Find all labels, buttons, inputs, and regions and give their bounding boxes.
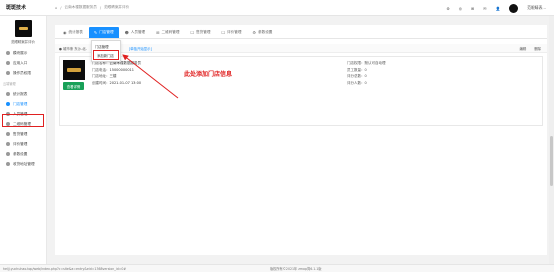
breadcrumb-sep: / xyxy=(60,5,62,10)
store-info: 门店名称：云南木槿数据服务员 门店电话：15000000011 门店地址：三楼 … xyxy=(92,61,142,85)
store-card: 查看详情 门店名称：云南木槿数据服务员 门店电话：15000000011 门店地… xyxy=(59,56,543,126)
sidebar-group-title: 云端管理 xyxy=(3,82,16,86)
edit-icon: ✎ xyxy=(93,30,98,35)
sidebar: 范眼睛案并评价 模块展示 应用入口 操作员权限 云端管理 统计报表 门店管理 人… xyxy=(0,16,47,272)
breadcrumb: ⌂ / 云南木槿数据服务员 / 范眼睛案并评价 xyxy=(55,5,129,10)
highlight-box xyxy=(2,114,44,127)
brand-name[interactable]: 斑斑技术 xyxy=(0,4,55,11)
cart-icon: ☐ xyxy=(190,30,195,35)
tab-bar: ◉ 统计报表 ✎ 门店管理 ☻ 人员管理 ⊞ 二维码管理 ☐ 售货管理 ☐ 评价管理 ⚙ 参数… xyxy=(55,25,547,39)
tab-sales[interactable]: ☐ 售货管理 xyxy=(185,27,215,38)
topbar-actions: ⚙ ◎ ⊞ ✉ 👤 范眼睛表... xyxy=(446,0,546,16)
module-icon xyxy=(6,51,10,55)
store-permission: 默认可自动理 xyxy=(364,61,386,65)
sidebar-item-address[interactable]: 收货地址管理 xyxy=(0,159,46,169)
settings-icon[interactable]: ⚙ xyxy=(446,6,449,11)
chart-icon xyxy=(6,92,10,96)
main-panel: ◉ 统计报表 ✎ 门店管理 ☻ 人员管理 ⊞ 二维码管理 ☐ 售货管理 ☐ 评价管理 ⚙ 参数… xyxy=(55,25,547,255)
staff-count: 0 xyxy=(364,67,367,72)
breadcrumb-current: 范眼睛案并评价 xyxy=(104,5,130,9)
store-dropdown-menu: 门店管理 添加新门店 xyxy=(91,40,121,62)
star-icon: ☐ xyxy=(221,30,226,35)
view-details-button[interactable]: 查看详情 xyxy=(63,82,84,90)
status-bar: heljj.yuchuhao.top/web/index.php?c=site&… xyxy=(0,264,554,272)
store-display-link[interactable]: [单独开始显示] xyxy=(129,46,152,51)
store-phone: 15000000011 xyxy=(109,67,135,72)
shop-name: 范眼睛案并评价 xyxy=(11,40,35,44)
sidebar-item-permissions[interactable]: 操作员权限 xyxy=(0,68,46,78)
copyright-text: 版权所有©2021年 zmop简6.1.1版 xyxy=(270,267,322,271)
grid-icon[interactable]: ⊞ xyxy=(471,6,474,11)
status-url: heljj.yuchuhao.top/web/index.php?c=site&… xyxy=(3,266,127,271)
tab-staff[interactable]: ☻ 人员管理 xyxy=(120,27,151,38)
top-bar: 斑斑技术 ⌂ / 云南木槿数据服务员 / 范眼睛案并评价 ⚙ ◎ ⊞ ✉ 👤 范… xyxy=(0,0,554,16)
store-created-time: 2021-01-07 13:00 xyxy=(109,80,142,85)
store-thumbnail xyxy=(63,60,85,80)
sidebar-item-stats[interactable]: 统计报表 xyxy=(0,89,46,99)
permission-icon xyxy=(6,71,10,75)
store-address: 三楼 xyxy=(109,74,117,78)
store-icon xyxy=(6,102,10,106)
sidebar-item-stores[interactable]: 门店管理 xyxy=(0,99,46,109)
user-name[interactable]: 范眼睛表... xyxy=(527,5,546,11)
breadcrumb-sep: / xyxy=(99,5,102,10)
rating-people: 0 xyxy=(364,80,367,85)
dropdown-item-store-list[interactable]: 门店管理 xyxy=(92,42,120,50)
tab-stores[interactable]: ✎ 门店管理 xyxy=(88,27,119,38)
tab-qrcode[interactable]: ⊞ 二维码管理 xyxy=(151,27,184,38)
store-location: ● 城市条 东沙-北- xyxy=(59,46,87,51)
target-icon[interactable]: ◎ xyxy=(459,6,462,11)
home-icon[interactable]: ⌂ xyxy=(55,6,57,10)
delete-link[interactable]: 删除 xyxy=(534,46,541,51)
scrollbar-thumb[interactable] xyxy=(550,136,553,186)
tab-reviews[interactable]: ☐ 评价管理 xyxy=(216,27,246,38)
gear-icon xyxy=(6,152,10,156)
mail-icon[interactable]: ✉ xyxy=(483,6,486,11)
sidebar-item-entry[interactable]: 应用入口 xyxy=(0,58,46,68)
scrollbar[interactable] xyxy=(549,16,554,264)
sidebar-item-sales[interactable]: 售货管理 xyxy=(0,129,46,139)
location-icon xyxy=(6,162,10,166)
avatar[interactable] xyxy=(509,3,519,13)
sidebar-item-modules[interactable]: 模块展示 xyxy=(0,48,46,58)
shop-logo xyxy=(14,20,32,37)
breadcrumb-item[interactable]: 云南木槿数据服务员 xyxy=(65,5,97,10)
rating-total: 0 xyxy=(364,74,367,78)
tab-stats[interactable]: ◉ 统计报表 xyxy=(58,27,88,38)
entry-icon xyxy=(6,61,10,65)
tab-settings[interactable]: ⚙ 参数设置 xyxy=(247,27,277,38)
chart-icon: ◉ xyxy=(63,30,67,35)
people-icon: ☻ xyxy=(124,30,129,35)
cart-icon xyxy=(6,132,10,136)
sidebar-item-reviews[interactable]: 评价管理 xyxy=(0,139,46,149)
sidebar-item-settings[interactable]: 参数设置 xyxy=(0,149,46,159)
dropdown-item-add-store[interactable]: 添加新门店 xyxy=(93,50,119,60)
annotation-text: 此处添加门店信息 xyxy=(184,71,233,78)
star-icon xyxy=(6,142,10,146)
gear-icon: ⚙ xyxy=(252,30,257,35)
store-stats: 门店权限：默认可自动理 员工数量：0 评分总数：0 评分人数：0 xyxy=(347,61,386,85)
store-subbar: ● 城市条 东沙-北- [单独开始显示] 编辑 删除 xyxy=(55,44,547,53)
user-icon[interactable]: 👤 xyxy=(495,6,500,11)
edit-link[interactable]: 编辑 xyxy=(519,46,526,51)
qrcode-icon: ⊞ xyxy=(156,30,160,35)
